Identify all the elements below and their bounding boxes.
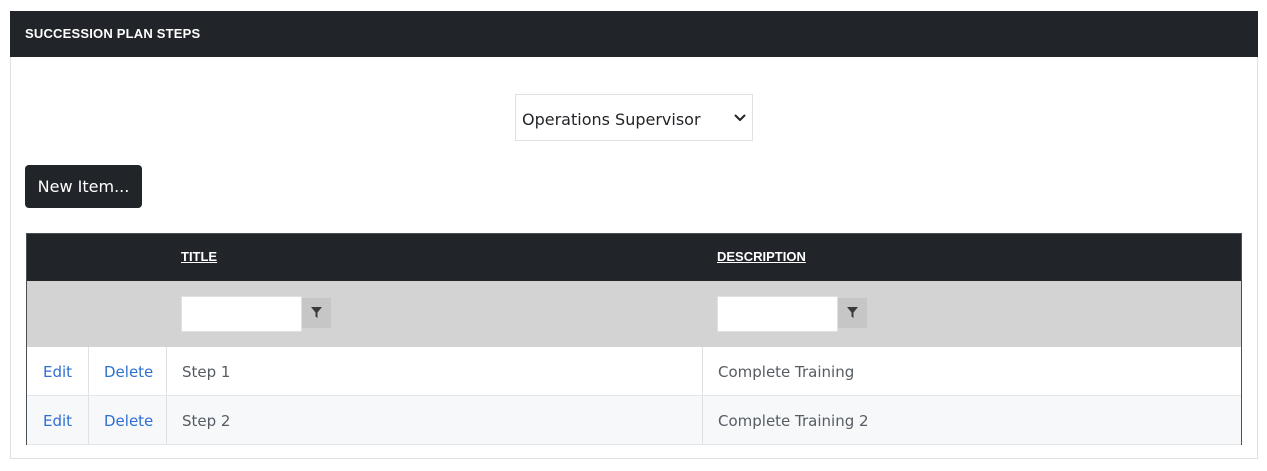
row-description: Complete Training 2: [718, 412, 869, 430]
delete-link[interactable]: Delete: [104, 412, 153, 430]
column-header-title[interactable]: TITLE: [181, 249, 217, 264]
panel-title: SUCCESSION PLAN STEPS: [10, 11, 1258, 57]
filter-row: [27, 281, 1241, 347]
row-title: Step 1: [182, 363, 231, 381]
steps-grid: TITLE DESCRIPTION Edit Delete Step 1 Com…: [26, 233, 1242, 445]
grid-header: TITLE DESCRIPTION: [27, 234, 1241, 281]
edit-link[interactable]: Edit: [43, 412, 72, 430]
new-item-button[interactable]: New Item...: [25, 165, 142, 208]
edit-link[interactable]: Edit: [43, 363, 72, 381]
title-filter-button[interactable]: [302, 298, 331, 328]
chevron-down-icon: [734, 114, 746, 121]
succession-plan-panel: SUCCESSION PLAN STEPS Operations Supervi…: [10, 11, 1258, 459]
delete-link[interactable]: Delete: [104, 363, 153, 381]
plan-select[interactable]: Operations Supervisor: [515, 94, 753, 141]
filter-icon: [311, 307, 322, 318]
filter-icon: [847, 307, 858, 318]
description-filter-button[interactable]: [838, 298, 867, 328]
column-header-description[interactable]: DESCRIPTION: [717, 249, 806, 264]
title-filter-input[interactable]: [181, 296, 302, 332]
table-row: Edit Delete Step 1 Complete Training: [27, 347, 1241, 396]
row-description: Complete Training: [718, 363, 855, 381]
description-filter-input[interactable]: [717, 296, 838, 332]
plan-select-value: Operations Supervisor: [522, 110, 701, 129]
row-title: Step 2: [182, 412, 231, 430]
table-row: Edit Delete Step 2 Complete Training 2: [27, 396, 1241, 445]
